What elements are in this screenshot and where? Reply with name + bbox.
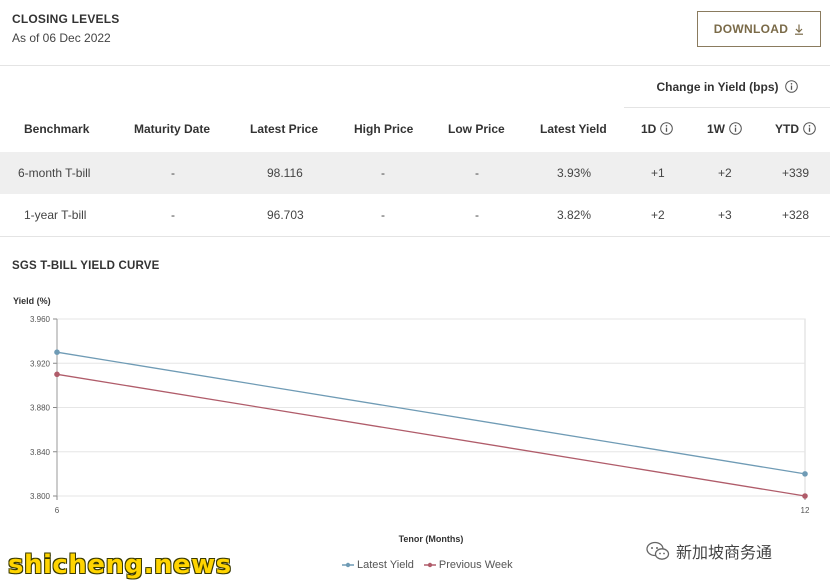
cell-benchmark: 6-month T-bill xyxy=(18,166,91,180)
x-tick-label: 12 xyxy=(801,506,810,515)
cell-benchmark: 1-year T-bill xyxy=(24,208,87,222)
col-1w-label: 1W xyxy=(707,122,725,136)
cell-latest-price: 96.703 xyxy=(267,208,304,222)
legend-item-latest[interactable]: Latest Yield xyxy=(342,559,414,571)
cell-high-price: - xyxy=(381,208,385,222)
legend-item-previous[interactable]: Previous Week xyxy=(423,559,513,571)
cell-1w: +3 xyxy=(718,208,732,222)
series-line-latest-yield xyxy=(56,351,806,475)
cell-latest-price: 98.116 xyxy=(267,166,303,180)
info-icon[interactable] xyxy=(660,122,674,136)
col-benchmark: Benchmark xyxy=(24,122,90,136)
col-high-price: High Price xyxy=(354,122,414,136)
col-latest-yield: Latest Yield xyxy=(540,122,607,136)
chart-title: SGS T-BILL YIELD CURVE xyxy=(12,260,160,272)
cell-1d: +1 xyxy=(651,166,665,180)
legend-label-previous: Previous Week xyxy=(438,559,513,571)
closing-levels-table: Change in Yield (bps) Benchmark Maturity… xyxy=(0,66,830,237)
info-icon[interactable] xyxy=(729,122,742,136)
as-of-date: As of 06 Dec 2022 xyxy=(12,31,111,45)
download-button[interactable]: DOWNLOAD xyxy=(697,11,821,47)
info-icon[interactable] xyxy=(803,122,816,136)
closing-levels-header: CLOSING LEVELS As of 06 Dec 2022 DOWNLOA… xyxy=(0,0,830,66)
y-axis-label: Yield (%) xyxy=(13,296,51,306)
data-point xyxy=(802,493,808,499)
col-maturity-date: Maturity Date xyxy=(134,122,211,136)
download-icon xyxy=(795,24,804,35)
col-ytd: YTD xyxy=(775,122,816,136)
section-title: CLOSING LEVELS xyxy=(12,12,120,26)
data-point xyxy=(802,471,808,477)
change-in-yield-label: Change in Yield (bps) xyxy=(656,79,779,94)
wechat-icon xyxy=(646,541,670,560)
y-tick-label: 3.840 xyxy=(30,448,51,457)
cell-maturity: - xyxy=(171,166,175,180)
cell-maturity: - xyxy=(171,208,175,222)
col-1d: 1D xyxy=(641,122,674,136)
y-tick-label: 3.880 xyxy=(30,404,51,413)
table-row[interactable]: 1-year T-bill - 96.703 - - 3.82% +2 +3 +… xyxy=(0,194,830,236)
legend-marker-latest xyxy=(342,562,354,568)
cell-1w: +2 xyxy=(718,166,732,180)
chart-legend: Latest Yield Previous Week xyxy=(342,559,513,571)
y-tick-label: 3.920 xyxy=(30,359,51,368)
x-tick-label: 6 xyxy=(55,506,60,515)
y-tick-label: 3.800 xyxy=(30,492,51,501)
col-ytd-label: YTD xyxy=(775,122,799,136)
change-in-yield-header: Change in Yield (bps) xyxy=(624,66,830,108)
cell-latest-yield: 3.82% xyxy=(557,208,592,222)
data-point xyxy=(54,371,60,378)
x-axis-label: Tenor (Months) xyxy=(399,534,464,544)
cell-low-price: - xyxy=(475,166,479,180)
col-low-price: Low Price xyxy=(448,122,505,136)
cell-1d: +2 xyxy=(651,208,665,222)
cell-ytd: +328 xyxy=(782,208,810,222)
cell-latest-yield: 3.93% xyxy=(557,166,592,180)
col-1d-label: 1D xyxy=(641,122,657,136)
info-icon[interactable] xyxy=(784,80,798,93)
col-latest-price: Latest Price xyxy=(250,122,319,136)
cell-low-price: - xyxy=(475,208,479,222)
cell-ytd: +339 xyxy=(782,166,810,180)
download-label: DOWNLOAD xyxy=(713,22,789,36)
legend-label-latest: Latest Yield xyxy=(357,559,414,571)
cell-high-price: - xyxy=(381,166,385,180)
series-line-previous-week xyxy=(56,373,806,497)
watermark-wechat-label: 新加坡商务通 xyxy=(676,543,773,562)
col-1w: 1W xyxy=(707,122,742,136)
watermark-logo-text: shicheng.news xyxy=(8,550,232,580)
legend-marker-previous xyxy=(423,562,436,568)
table-row[interactable]: 6-month T-bill - 98.116 - - 3.93% +1 +2 … xyxy=(0,152,830,194)
watermark-wechat: 新加坡商务通 xyxy=(646,539,772,563)
data-point xyxy=(54,349,60,355)
y-tick-label: 3.960 xyxy=(30,315,51,324)
